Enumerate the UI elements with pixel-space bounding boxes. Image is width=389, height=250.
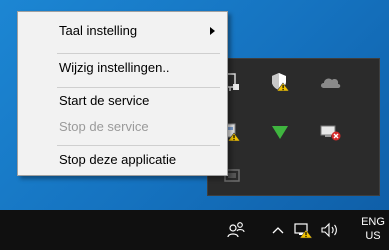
- network-error-icon[interactable]: [312, 115, 348, 149]
- menu-separator: [57, 145, 220, 146]
- context-menu: Taal instelling Wijzig instellingen.. St…: [17, 11, 228, 176]
- windows-security-warning-icon[interactable]: [262, 65, 298, 99]
- language-code: ENG: [361, 216, 385, 228]
- menu-separator: [57, 53, 220, 54]
- green-arrow-down-icon[interactable]: [262, 115, 298, 149]
- menu-item-start-service[interactable]: Start de service: [18, 90, 227, 112]
- menu-item-taal-instelling[interactable]: Taal instelling: [18, 20, 227, 42]
- menu-item-stop-service: Stop de service: [59, 119, 149, 134]
- region-code: US: [365, 230, 381, 242]
- network-warning-icon[interactable]: [291, 210, 315, 250]
- language-indicator[interactable]: ENG US: [357, 210, 389, 250]
- menu-item-stop-applicatie[interactable]: Stop deze applicatie: [18, 149, 227, 171]
- people-icon[interactable]: [222, 210, 250, 250]
- volume-icon[interactable]: [318, 210, 342, 250]
- menu-separator: [57, 87, 220, 88]
- tray-overflow-flyout: [207, 58, 380, 196]
- submenu-arrow-icon: [210, 27, 215, 35]
- menu-item-wijzig-instellingen[interactable]: Wijzig instellingen..: [18, 57, 227, 79]
- onedrive-cloud-icon[interactable]: [312, 65, 348, 99]
- taskbar: ENG US: [0, 210, 389, 250]
- show-hidden-icons-chevron[interactable]: [267, 210, 289, 250]
